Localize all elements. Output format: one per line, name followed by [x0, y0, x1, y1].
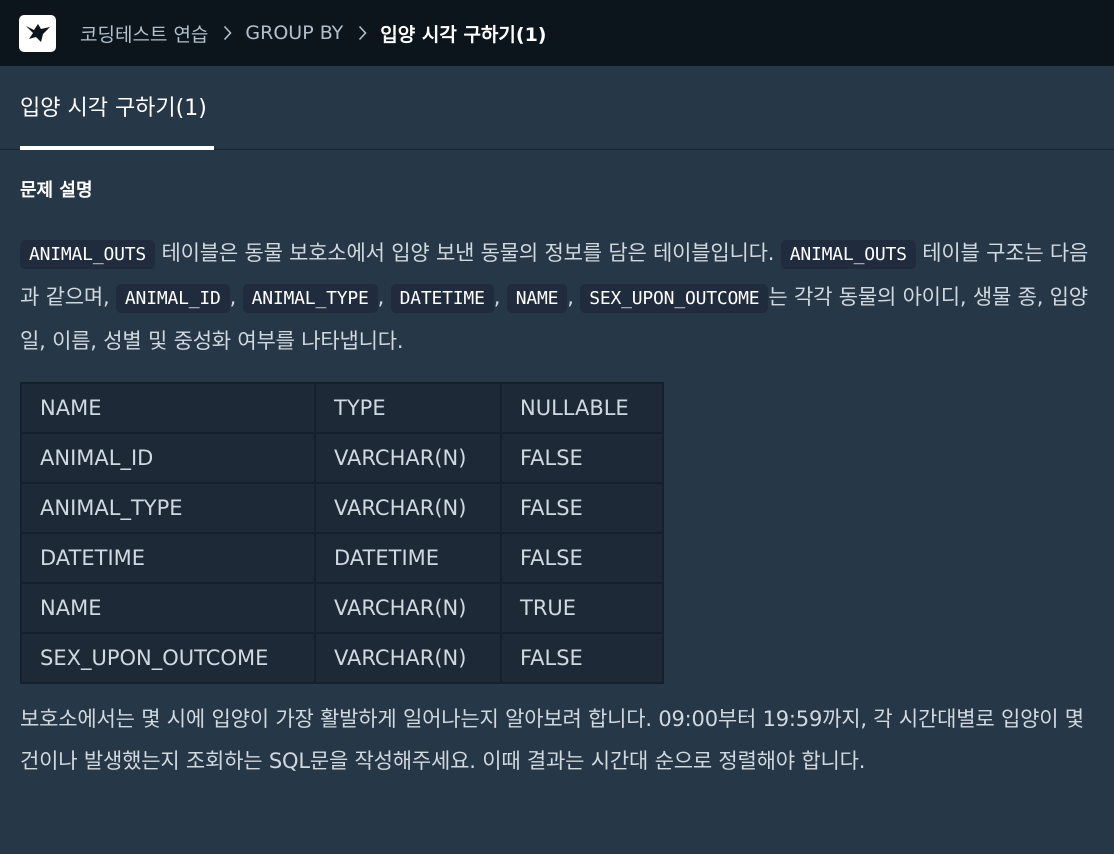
question-paragraph: 보호소에서는 몇 시에 입양이 가장 활발하게 일어나는지 알아보려 합니다. … — [20, 707, 1084, 773]
table-row: ANIMAL_ID VARCHAR(N) FALSE — [20, 432, 664, 484]
schema-table: NAME TYPE NULLABLE ANIMAL_ID VARCHAR(N) … — [20, 382, 664, 684]
breadcrumb-item-group-by[interactable]: GROUP BY — [245, 22, 343, 44]
logo-icon[interactable] — [19, 14, 56, 52]
tab-bar: 입양 시각 구하기(1) — [0, 66, 1114, 150]
chevron-right-icon — [217, 23, 237, 43]
code-token: ANIMAL_OUTS — [780, 240, 916, 269]
code-token: NAME — [506, 284, 568, 313]
table-header-cell: TYPE — [314, 382, 502, 434]
table-cell: ANIMAL_ID — [20, 432, 316, 484]
breadcrumb-item-coding-test[interactable]: 코딩테스트 연습 — [80, 20, 208, 47]
comma: , — [567, 285, 574, 309]
text-segment: 테이블은 동물 보호소에서 입양 보낸 동물의 정보를 담은 테이블입니다. — [161, 241, 775, 265]
table-cell: ANIMAL_TYPE — [20, 482, 316, 534]
intro-paragraph: ANIMAL_OUTS 테이블은 동물 보호소에서 입양 보낸 동물의 정보를 … — [20, 232, 1094, 362]
section-title: 문제 설명 — [20, 180, 93, 201]
code-token: ANIMAL_ID — [115, 284, 230, 313]
table-row: NAME VARCHAR(N) TRUE — [20, 582, 664, 634]
table-cell: FALSE — [500, 482, 664, 534]
comma: , — [377, 285, 385, 309]
top-navigation-bar: 코딩테스트 연습 GROUP BY 입양 시각 구하기(1) — [0, 0, 1114, 66]
comma: , — [493, 285, 501, 309]
comma: , — [229, 285, 237, 309]
code-token: ANIMAL_TYPE — [242, 284, 378, 313]
table-cell: VARCHAR(N) — [314, 632, 502, 684]
table-cell: VARCHAR(N) — [314, 432, 502, 484]
table-header-row: NAME TYPE NULLABLE — [20, 382, 664, 434]
table-cell: DATETIME — [20, 532, 316, 584]
table-cell: TRUE — [500, 582, 664, 634]
table-cell: FALSE — [500, 432, 664, 484]
table-header-cell: NULLABLE — [500, 382, 664, 434]
table-cell: VARCHAR(N) — [314, 582, 502, 634]
table-cell: DATETIME — [314, 532, 502, 584]
table-cell: SEX_UPON_OUTCOME — [20, 632, 316, 684]
table-cell: NAME — [20, 582, 316, 634]
table-row: SEX_UPON_OUTCOME VARCHAR(N) FALSE — [20, 632, 664, 684]
tab-problem[interactable]: 입양 시각 구하기(1) — [20, 66, 214, 150]
chevron-right-icon — [352, 23, 372, 43]
code-token: DATETIME — [390, 284, 494, 313]
table-cell: FALSE — [500, 632, 664, 684]
code-token: SEX_UPON_OUTCOME — [580, 284, 769, 313]
table-row: DATETIME DATETIME FALSE — [20, 532, 664, 584]
problem-description: 문제 설명 ANIMAL_OUTS 테이블은 동물 보호소에서 입양 보낸 동물… — [0, 176, 1114, 782]
table-header-cell: NAME — [20, 382, 316, 434]
table-cell: VARCHAR(N) — [314, 482, 502, 534]
table-cell: FALSE — [500, 532, 664, 584]
table-row: ANIMAL_TYPE VARCHAR(N) FALSE — [20, 482, 664, 534]
code-token: ANIMAL_OUTS — [20, 240, 156, 269]
breadcrumb-current: 입양 시각 구하기(1) — [380, 23, 547, 46]
